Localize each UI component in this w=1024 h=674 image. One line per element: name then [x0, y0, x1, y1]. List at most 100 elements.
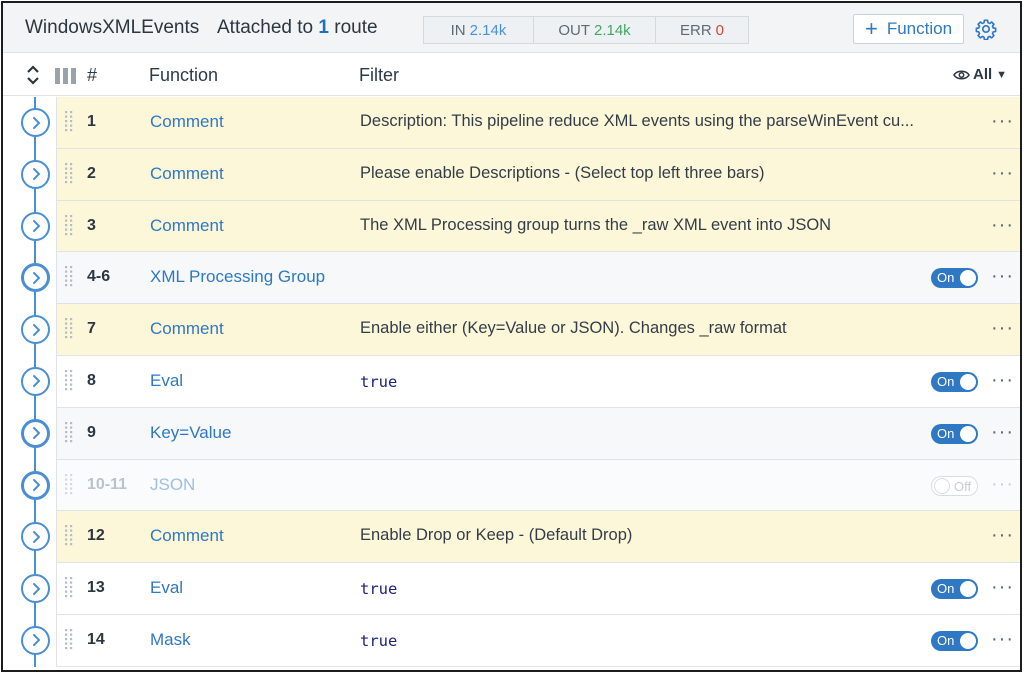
toggle-label: On [937, 270, 955, 286]
function-name[interactable]: Comment [150, 112, 224, 132]
expand-chevron-icon[interactable] [21, 522, 50, 552]
enable-toggle[interactable]: On [931, 630, 978, 651]
stat-in: IN 2.14k [424, 17, 534, 43]
more-options-icon[interactable]: ··· [991, 525, 1014, 545]
drag-handle-icon[interactable] [65, 473, 73, 496]
function-row[interactable]: 7 Comment Enable either (Key=Value or JSON… [3, 304, 1020, 356]
function-row[interactable]: 3 Comment The XML Processing group turns t… [3, 200, 1020, 253]
function-name[interactable]: Eval [150, 578, 183, 598]
expand-chevron-icon[interactable] [21, 263, 50, 293]
row-body[interactable]: 1 Comment Description: This pipeline reduc… [56, 97, 1020, 149]
more-options-icon[interactable]: ··· [991, 318, 1014, 338]
drag-handle-icon[interactable] [65, 421, 73, 444]
row-body[interactable]: 3 Comment The XML Processing group turns t… [56, 200, 1020, 253]
function-name[interactable]: Comment [150, 216, 224, 236]
toggle-label: On [937, 581, 955, 597]
drag-handle-icon[interactable] [65, 369, 73, 392]
row-body[interactable]: 13 Eval true On ··· [56, 563, 1020, 615]
function-row[interactable]: 8 Eval true On ··· [3, 355, 1020, 408]
more-options-icon[interactable]: ··· [991, 629, 1014, 649]
row-filter[interactable]: Please enable Descriptions - (Select top… [360, 164, 764, 183]
row-filter[interactable]: Description: This pipeline reduce XML ev… [360, 112, 914, 131]
row-filter[interactable]: true [360, 632, 397, 650]
row-body[interactable]: 9 Key=Value On ··· [56, 407, 1020, 460]
function-name[interactable]: Comment [150, 526, 224, 546]
function-name[interactable]: Key=Value [150, 423, 231, 443]
gear-icon[interactable] [975, 18, 997, 40]
attached-routes[interactable]: Attached to 1 route [217, 17, 378, 39]
drag-handle-icon[interactable] [65, 266, 73, 288]
function-row[interactable]: 1 Comment Description: This pipeline reduc… [3, 97, 1020, 149]
enable-toggle[interactable]: Off [931, 475, 978, 496]
function-row[interactable]: 4-6 XML Processing Group On ··· [3, 252, 1020, 305]
expand-chevron-icon[interactable] [21, 625, 50, 655]
row-filter[interactable]: The XML Processing group turns the _raw … [360, 216, 831, 235]
expand-chevron-icon[interactable] [21, 470, 50, 500]
add-function-label: Function [886, 19, 953, 38]
expand-chevron-icon[interactable] [21, 366, 50, 396]
enable-toggle[interactable]: On [931, 579, 978, 600]
drag-handle-icon[interactable] [65, 162, 73, 185]
eye-icon [953, 70, 970, 79]
enable-toggle[interactable]: On [931, 371, 978, 392]
drag-handle-icon[interactable] [65, 214, 73, 237]
function-row[interactable]: 10-11 JSON Off ··· [3, 459, 1020, 512]
row-body[interactable]: 8 Eval true On ··· [56, 355, 1020, 408]
row-body[interactable]: 2 Comment Please enable Descriptions - (Se… [56, 148, 1020, 201]
enable-toggle[interactable]: On [931, 423, 978, 444]
row-body[interactable]: 12 Comment Enable Drop or Keep - (Default … [56, 511, 1020, 564]
drag-handle-icon[interactable] [65, 111, 73, 133]
drag-handle-icon[interactable] [65, 628, 73, 651]
drag-handle-icon[interactable] [65, 318, 73, 340]
row-number: 7 [87, 320, 96, 338]
expand-chevron-icon[interactable] [21, 159, 50, 189]
row-number: 8 [87, 371, 96, 389]
pipeline-name: WindowsXMLEvents [25, 17, 200, 38]
function-row[interactable]: 14 Mask true On ··· [3, 614, 1020, 667]
function-name[interactable]: Comment [150, 164, 224, 184]
more-options-icon[interactable]: ··· [991, 111, 1014, 131]
expand-chevron-icon[interactable] [21, 108, 50, 137]
more-options-icon[interactable]: ··· [991, 163, 1014, 183]
enable-toggle[interactable]: On [931, 268, 978, 289]
function-name[interactable]: Comment [150, 319, 224, 339]
function-row[interactable]: 9 Key=Value On ··· [3, 407, 1020, 460]
function-name[interactable]: Mask [150, 630, 191, 650]
row-body[interactable]: 14 Mask true On ··· [56, 614, 1020, 667]
column-bars-icon[interactable] [55, 68, 77, 84]
expand-chevron-icon[interactable] [21, 574, 50, 604]
expand-chevron-icon[interactable] [21, 315, 50, 345]
row-filter[interactable]: true [360, 373, 397, 391]
function-name[interactable]: JSON [150, 475, 195, 495]
more-options-icon[interactable]: ··· [991, 215, 1014, 235]
more-options-icon[interactable]: ··· [991, 577, 1014, 597]
stat-out-label: OUT [558, 21, 590, 39]
function-name[interactable]: XML Processing Group [150, 267, 325, 287]
more-options-icon[interactable]: ··· [991, 266, 1014, 286]
function-row[interactable]: 12 Comment Enable Drop or Keep - (Default … [3, 511, 1020, 564]
more-options-icon[interactable]: ··· [991, 370, 1014, 390]
more-options-icon[interactable]: ··· [991, 422, 1014, 442]
function-row[interactable]: 13 Eval true On ··· [3, 563, 1020, 615]
more-options-icon[interactable]: ··· [991, 474, 1014, 494]
row-number: 9 [87, 423, 96, 441]
row-body[interactable]: 4-6 XML Processing Group On ··· [56, 252, 1020, 305]
expand-collapse-icon[interactable] [25, 63, 41, 87]
expand-chevron-icon[interactable] [21, 211, 50, 241]
row-body[interactable]: 10-11 JSON Off ··· [56, 459, 1020, 512]
attached-prefix: Attached to [217, 17, 314, 38]
row-body[interactable]: 7 Comment Enable either (Key=Value or JSON… [56, 304, 1020, 356]
view-filter-dropdown[interactable]: All ▼ [953, 66, 1007, 83]
function-name[interactable]: Eval [150, 371, 183, 391]
row-filter[interactable]: true [360, 580, 397, 598]
expand-chevron-icon[interactable] [21, 418, 50, 448]
add-function-button[interactable]: + Function [853, 14, 964, 44]
function-row[interactable]: 2 Comment Please enable Descriptions - (Se… [3, 148, 1020, 201]
toggle-label: On [937, 373, 955, 389]
drag-handle-icon[interactable] [65, 525, 73, 547]
drag-handle-icon[interactable] [65, 577, 73, 599]
row-filter[interactable]: Enable Drop or Keep - (Default Drop) [360, 526, 632, 545]
row-filter[interactable]: Enable either (Key=Value or JSON). Chang… [360, 319, 787, 338]
toggle-knob [960, 581, 976, 598]
row-number: 14 [87, 630, 105, 648]
